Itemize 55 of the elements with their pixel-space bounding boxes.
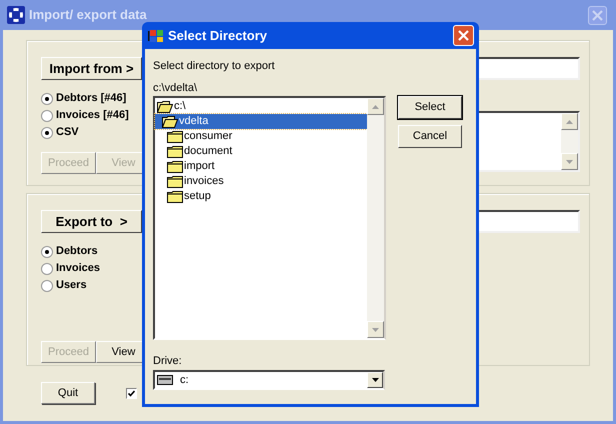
folder-item[interactable]: c:\: [155, 99, 367, 114]
radio-button[interactable]: [41, 246, 53, 258]
folder-icon: [167, 145, 183, 158]
folder-icon: [167, 160, 183, 173]
option-label: CSV: [56, 125, 79, 140]
window-title: Import/ export data: [29, 6, 147, 24]
option-label: Debtors: [56, 244, 98, 260]
quit-button[interactable]: Quit: [41, 382, 95, 404]
down-arrow-icon: [372, 328, 379, 332]
dialog-button[interactable]: Select: [398, 96, 462, 119]
option-label: Users: [56, 278, 87, 294]
scroll-down-button[interactable]: [367, 321, 384, 338]
folder-item[interactable]: document: [155, 144, 367, 159]
export-button[interactable]: Export to >: [41, 210, 142, 233]
scroll-up-button[interactable]: [561, 113, 578, 130]
close-icon: [592, 10, 603, 20]
folder-icon: [167, 190, 183, 203]
folder-item[interactable]: setup: [155, 189, 367, 204]
folder-item[interactable]: consumer: [155, 129, 367, 144]
check-icon: [128, 390, 135, 396]
folder-icon: [167, 175, 183, 188]
app-icon: [7, 6, 25, 24]
option-label: Invoices: [56, 261, 100, 276]
up-arrow-icon: [372, 104, 379, 108]
prompt-text: Select directory to export: [153, 59, 276, 73]
down-arrow-icon: [566, 160, 573, 164]
open-folder-icon: [157, 100, 173, 113]
folder-item[interactable]: import: [155, 159, 367, 174]
folder-item[interactable]: invoices: [155, 174, 367, 189]
import-button[interactable]: Import from >: [41, 57, 142, 80]
folder-item[interactable]: vdelta: [155, 114, 367, 129]
close-icon: [458, 30, 469, 41]
drive-value: c:: [180, 372, 190, 388]
radio-button[interactable]: [41, 92, 53, 104]
radio-button[interactable]: [41, 262, 53, 274]
current-path: c:\vdelta\: [153, 81, 198, 95]
up-arrow-icon: [566, 120, 573, 124]
dialog-title: Select Directory: [168, 26, 267, 45]
radio-button[interactable]: [41, 280, 53, 292]
windows-flag-icon: [148, 28, 164, 42]
radio-button[interactable]: [41, 110, 53, 122]
option-label: Debtors [#46]: [56, 91, 126, 106]
drive-icon: [157, 375, 173, 385]
drive-dropdown[interactable]: c:: [153, 370, 385, 390]
dropdown-button[interactable]: [367, 372, 383, 388]
open-folder-icon: [162, 115, 178, 128]
drive-label: Drive:: [153, 354, 183, 368]
option-label: Invoices [#46]: [56, 108, 129, 124]
caret-icon: [372, 378, 378, 382]
scroll-down-button[interactable]: [561, 153, 578, 170]
folder-icon: [167, 130, 183, 143]
scroll-up-button[interactable]: [367, 98, 384, 115]
checkbox[interactable]: [126, 388, 137, 398]
radio-button[interactable]: [41, 126, 53, 138]
dialog-button[interactable]: Cancel: [398, 125, 462, 148]
